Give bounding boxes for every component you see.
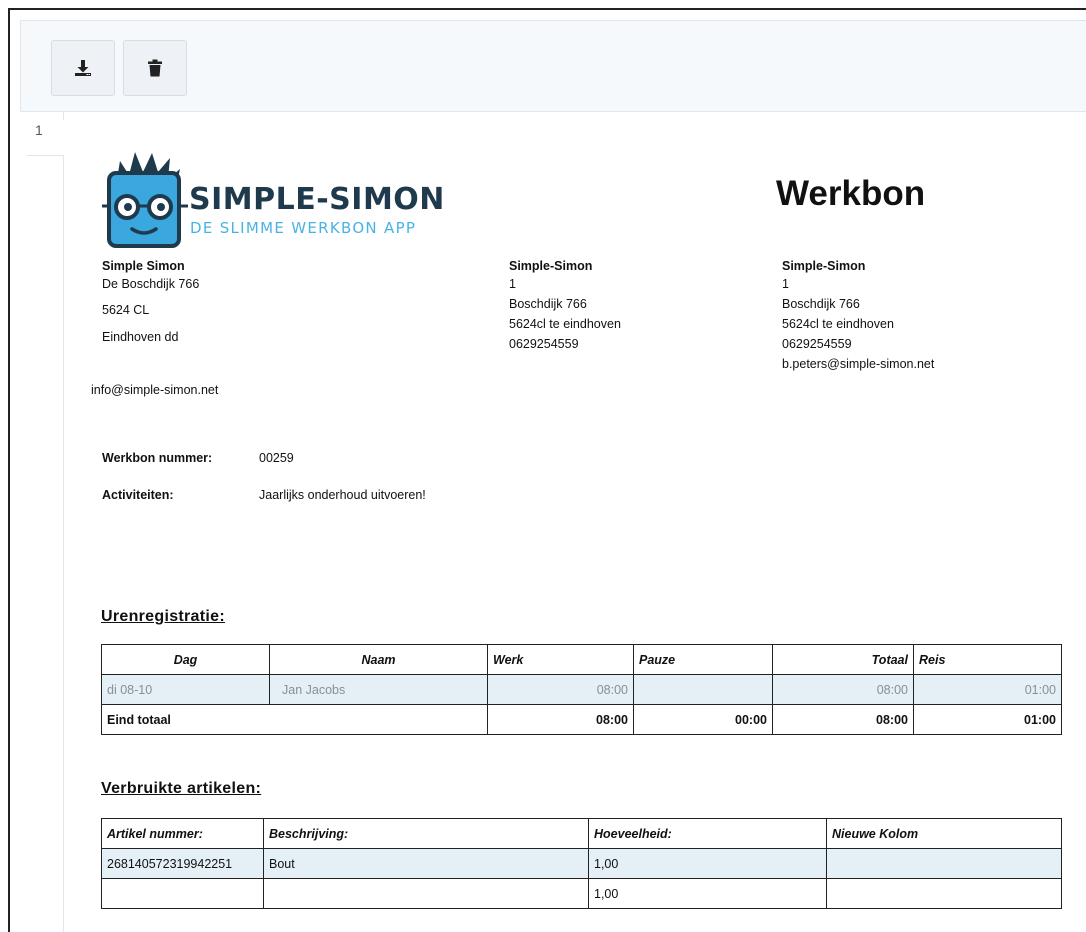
- sender-postcode: 5624 CL: [102, 303, 150, 317]
- article-cell-nummer: 268140572319942251: [101, 848, 264, 879]
- article-cell-beschrijving: Bout: [263, 848, 589, 879]
- toolbar: [20, 20, 1086, 112]
- hours-table: Dag Naam Werk Pauze Totaal Reis di 08-10…: [101, 644, 1062, 735]
- hours-header-row: Dag Naam Werk Pauze Totaal Reis: [101, 644, 1062, 675]
- hours-cell-totaal: 08:00: [772, 674, 914, 705]
- download-icon: [75, 60, 91, 76]
- sender-street: De Boschdijk 766: [102, 277, 200, 291]
- document-title: Werkbon: [776, 174, 926, 213]
- hours-header-totaal: Totaal: [772, 644, 914, 675]
- logo-name: SIMPLE-SIMON: [189, 182, 445, 217]
- article-cell-nieuw: [826, 848, 1062, 879]
- article-cell-hoeveelheid: 1,00: [588, 878, 827, 909]
- hours-header-dag: Dag: [101, 644, 270, 675]
- address-a-phone: 0629254559: [509, 337, 579, 351]
- werkbon-number-value: 00259: [259, 451, 294, 465]
- address-b-line1: 1: [782, 277, 789, 291]
- table-row: 1,00: [101, 878, 1062, 909]
- activities-value: Jaarlijks onderhoud uitvoeren!: [259, 488, 426, 502]
- articles-header-hoeveelheid: Hoeveelheid:: [588, 818, 827, 849]
- article-cell-nieuw: [826, 878, 1062, 909]
- hours-cell-werk: 08:00: [487, 674, 634, 705]
- address-b-city: 5624cl te eindhoven: [782, 317, 894, 331]
- hours-total-reis: 01:00: [913, 704, 1062, 735]
- hours-cell-pauze: [633, 674, 773, 705]
- address-b-phone: 0629254559: [782, 337, 852, 351]
- table-row: di 08-10 Jan Jacobs 08:00 08:00 01:00: [101, 674, 1062, 705]
- sender-email: info@simple-simon.net: [91, 383, 219, 397]
- articles-header-nummer: Artikel nummer:: [101, 818, 264, 849]
- address-b-name: Simple-Simon: [782, 259, 866, 273]
- article-cell-nummer: [101, 878, 264, 909]
- articles-header-beschrijving: Beschrijving:: [263, 818, 589, 849]
- address-a-name: Simple-Simon: [509, 259, 593, 273]
- logo-tagline: DE SLIMME WERKBON APP: [190, 219, 417, 237]
- werkbon-page: SIMPLE-SIMON DE SLIMME WERKBON APP Werkb…: [64, 112, 1086, 932]
- articles-section-title: Verbruikte artikelen:: [101, 780, 262, 797]
- table-row: 268140572319942251 Bout 1,00: [101, 848, 1062, 879]
- page-number: 1: [27, 120, 64, 156]
- address-a-line1: 1: [509, 277, 516, 291]
- article-cell-hoeveelheid: 1,00: [588, 848, 827, 879]
- hours-cell-reis: 01:00: [913, 674, 1062, 705]
- hours-header-reis: Reis: [913, 644, 1062, 675]
- hours-total-row: Eind totaal 08:00 00:00 08:00 01:00: [101, 704, 1062, 735]
- hours-header-naam: Naam: [269, 644, 488, 675]
- delete-button[interactable]: [123, 40, 187, 96]
- address-a-city: 5624cl te eindhoven: [509, 317, 621, 331]
- articles-header-row: Artikel nummer: Beschrijving: Hoeveelhei…: [101, 818, 1062, 849]
- hours-cell-dag: di 08-10: [101, 674, 270, 705]
- articles-header-nieuw: Nieuwe Kolom: [826, 818, 1062, 849]
- werkbon-number-label: Werkbon nummer:: [102, 451, 213, 465]
- logo-mascot-icon: [102, 152, 188, 248]
- address-b-email: b.peters@simple-simon.net: [782, 357, 935, 371]
- hours-section-title: Urenregistratie:: [101, 608, 225, 625]
- sender-city: Eindhoven dd: [102, 330, 179, 344]
- article-cell-beschrijving: [263, 878, 589, 909]
- hours-total-totaal: 08:00: [772, 704, 914, 735]
- articles-table: Artikel nummer: Beschrijving: Hoeveelhei…: [101, 818, 1062, 909]
- hours-header-werk: Werk: [487, 644, 634, 675]
- download-button[interactable]: [51, 40, 115, 96]
- trash-icon: [148, 59, 162, 77]
- address-a-street: Boschdijk 766: [509, 297, 587, 311]
- hours-total-werk: 08:00: [487, 704, 634, 735]
- hours-header-pauze: Pauze: [633, 644, 773, 675]
- hours-total-pauze: 00:00: [633, 704, 773, 735]
- activities-label: Activiteiten:: [102, 488, 174, 502]
- sender-name: Simple Simon: [102, 259, 185, 273]
- hours-cell-naam: Jan Jacobs: [269, 674, 488, 705]
- address-b-street: Boschdijk 766: [782, 297, 860, 311]
- page-gutter: 1: [27, 112, 64, 932]
- hours-total-label: Eind totaal: [101, 704, 488, 735]
